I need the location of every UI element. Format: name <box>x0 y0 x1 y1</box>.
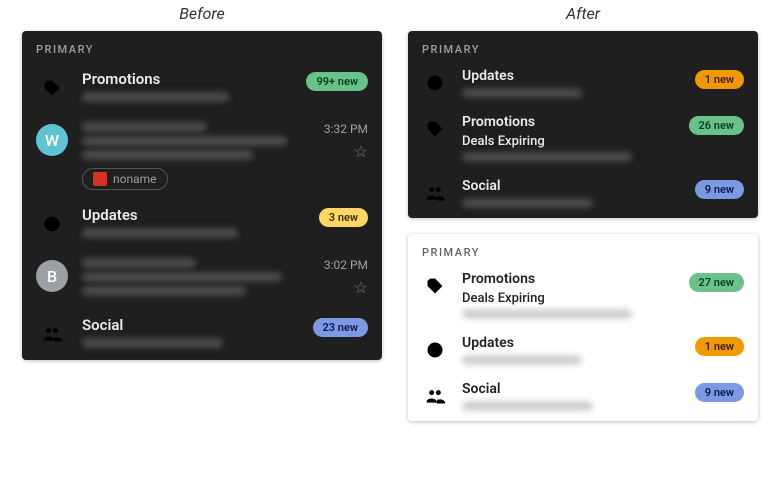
redacted-snippet <box>82 286 246 296</box>
info-icon <box>36 208 68 240</box>
email-time: 3:32 PM <box>324 122 368 136</box>
new-count-badge: 9 new <box>695 383 744 402</box>
new-count-badge: 23 new <box>313 318 369 337</box>
redacted-text <box>82 92 229 102</box>
redacted-text <box>462 198 593 208</box>
category-title: Social <box>462 381 681 397</box>
category-subtitle: Deals Expiring <box>462 134 675 149</box>
category-row-updates[interactable]: Updates 1 new <box>408 329 758 375</box>
category-title: Updates <box>82 206 305 224</box>
people-icon <box>36 318 68 350</box>
new-count-badge: 1 new <box>695 70 744 89</box>
people-icon <box>422 383 448 409</box>
category-row-social[interactable]: Social 9 new <box>408 375 758 421</box>
email-row[interactable]: B 3:02 PM ☆ <box>22 250 382 308</box>
attachment-name: noname <box>113 172 157 186</box>
category-title: Social <box>462 178 681 194</box>
new-count-badge: 26 new <box>689 116 745 135</box>
new-count-badge: 9 new <box>695 180 744 199</box>
redacted-text <box>462 401 593 411</box>
after-dark-panel: PRIMARY Updates 1 new Promotions Deals E… <box>408 31 758 218</box>
category-row-promotions[interactable]: Promotions 99+ new <box>22 62 382 114</box>
category-title: Updates <box>462 68 681 84</box>
redacted-text <box>462 309 632 319</box>
info-icon <box>422 70 448 96</box>
category-title: Social <box>82 316 299 334</box>
sender-avatar: B <box>36 260 68 292</box>
category-subtitle: Deals Expiring <box>462 291 675 306</box>
email-row[interactable]: W noname 3:32 PM ☆ <box>22 114 382 198</box>
redacted-snippet <box>82 150 253 160</box>
category-title: Promotions <box>462 271 675 287</box>
tag-icon <box>422 273 448 299</box>
redacted-text <box>462 152 632 162</box>
sender-avatar: W <box>36 124 68 156</box>
new-count-badge: 3 new <box>319 208 368 227</box>
new-count-badge: 1 new <box>695 337 744 356</box>
redacted-text <box>462 88 582 98</box>
category-row-updates[interactable]: Updates 3 new <box>22 198 382 250</box>
new-count-badge: 27 new <box>689 273 745 292</box>
category-row-social[interactable]: Social 9 new <box>408 172 758 218</box>
star-icon[interactable]: ☆ <box>354 278 368 297</box>
email-time: 3:02 PM <box>324 258 368 272</box>
redacted-text <box>82 228 238 238</box>
image-icon <box>93 172 107 186</box>
redacted-sender <box>82 122 207 132</box>
after-light-panel: PRIMARY Promotions Deals Expiring 27 new… <box>408 234 758 421</box>
tag-icon <box>36 72 68 104</box>
redacted-text <box>462 355 582 365</box>
before-panel: PRIMARY Promotions 99+ new W <box>22 31 382 360</box>
star-icon[interactable]: ☆ <box>354 142 368 161</box>
category-title: Updates <box>462 335 681 351</box>
attachment-chip[interactable]: noname <box>82 168 168 190</box>
redacted-subject <box>82 136 287 146</box>
before-label: Before <box>22 4 382 23</box>
tag-icon <box>422 116 448 142</box>
section-label-primary: PRIMARY <box>408 31 758 62</box>
section-label-primary: PRIMARY <box>22 31 382 62</box>
category-row-promotions[interactable]: Promotions Deals Expiring 27 new <box>408 265 758 329</box>
redacted-text <box>82 338 223 348</box>
category-row-social[interactable]: Social 23 new <box>22 308 382 360</box>
info-icon <box>422 337 448 363</box>
category-row-promotions[interactable]: Promotions Deals Expiring 26 new <box>408 108 758 172</box>
new-count-badge: 99+ new <box>306 72 368 91</box>
after-label: After <box>408 4 758 23</box>
category-row-updates[interactable]: Updates 1 new <box>408 62 758 108</box>
category-title: Promotions <box>82 70 292 88</box>
redacted-sender <box>82 258 196 268</box>
people-icon <box>422 180 448 206</box>
section-label-primary: PRIMARY <box>408 234 758 265</box>
redacted-subject <box>82 272 282 282</box>
category-title: Promotions <box>462 114 675 130</box>
